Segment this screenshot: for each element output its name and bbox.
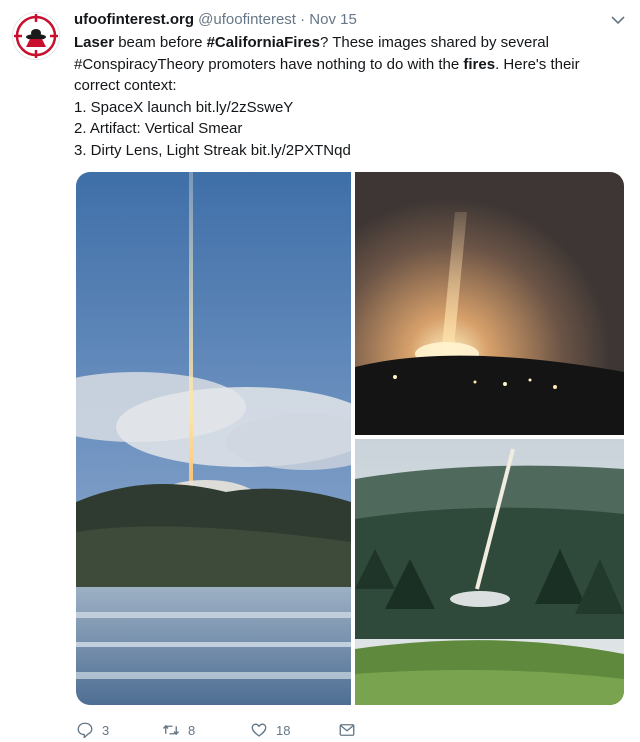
- reply-count: 3: [102, 722, 110, 738]
- media-collage[interactable]: [76, 172, 624, 705]
- tweet-line-2: #ConspiracyTheory promoters have nothing…: [74, 54, 622, 76]
- photo-night-light-pillar[interactable]: [355, 172, 624, 435]
- tweet-actions: 3 8 18: [74, 716, 374, 742]
- photo-image: [355, 439, 624, 705]
- separator-dot: ·: [300, 11, 306, 28]
- keyword-laser: Laser: [74, 34, 115, 51]
- photo-forest-light-streak[interactable]: [355, 439, 624, 705]
- photo-image: [355, 172, 624, 435]
- retweet-button[interactable]: 8: [162, 720, 195, 740]
- photo-light-beam-lake[interactable]: [76, 172, 351, 705]
- author-handle[interactable]: @ufoofinterest: [198, 11, 296, 28]
- ufo-target-icon: [14, 14, 58, 58]
- context-item-2: 2. Artifact: Vertical Smear: [74, 120, 243, 137]
- tweet-text-fragment: . Here's their: [495, 55, 580, 73]
- avatar[interactable]: [12, 12, 60, 60]
- envelope-icon: [339, 724, 355, 736]
- hashtag-california-fires[interactable]: #CaliforniaFires: [207, 34, 320, 51]
- reply-icon: [77, 722, 93, 739]
- reply-button[interactable]: 3: [76, 720, 109, 740]
- retweet-count: 8: [188, 722, 196, 738]
- like-button[interactable]: 18: [250, 720, 290, 740]
- context-item-1[interactable]: 1. SpaceX launch bit.ly/2zSsweY: [74, 97, 622, 119]
- tweet-text: Laser beam before #CaliforniaFires? Thes…: [74, 32, 622, 161]
- retweet-icon: [162, 724, 180, 736]
- tweet-text-fragment: #ConspiracyTheory promoters have nothing…: [74, 55, 464, 73]
- tweet-line-3: correct context:: [74, 77, 177, 94]
- author-name[interactable]: ufoofinterest.org: [74, 11, 194, 28]
- heart-icon: [251, 723, 267, 737]
- like-count: 18: [276, 722, 291, 738]
- context-item-3[interactable]: 3. Dirty Lens, Light Streak bit.ly/2PXTN…: [74, 140, 622, 162]
- chevron-down-icon[interactable]: [610, 12, 626, 28]
- tweet-line-1: Laser beam before #CaliforniaFires? Thes…: [74, 32, 622, 54]
- tweet-text-fragment: beam before: [114, 34, 207, 51]
- keyword-fires: fires: [463, 55, 496, 73]
- tweet-text-fragment: ? These images shared by several: [319, 34, 549, 51]
- tweet-date[interactable]: Nov 15: [309, 11, 357, 28]
- photo-image: [76, 172, 351, 705]
- direct-message-button[interactable]: [338, 720, 356, 740]
- tweet-header: ufoofinterest.org @ufoofinterest · Nov 1…: [74, 10, 600, 30]
